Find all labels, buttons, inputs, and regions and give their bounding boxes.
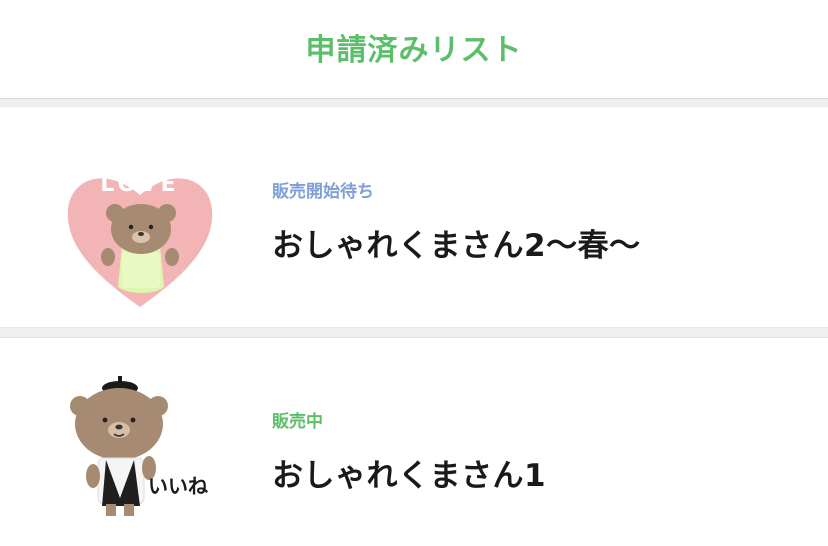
- header: 申請済みリスト: [0, 0, 828, 98]
- sticker-text: LOVE: [100, 172, 179, 197]
- section-divider: [0, 327, 828, 338]
- page-title: 申請済みリスト: [305, 33, 523, 68]
- section-divider: [0, 98, 828, 107]
- sticker-thumbnail: LOVE: [60, 157, 220, 317]
- status-label: 販売開始待ち: [272, 182, 374, 202]
- item-title: おしゃれくまさん1: [272, 458, 547, 494]
- sticker-thumbnail: いいね: [60, 368, 220, 528]
- item-title: おしゃれくまさん2〜春〜: [272, 228, 641, 264]
- list-item-text: 販売中 おしゃれくまさん1: [272, 407, 546, 495]
- list-item[interactable]: LOVE 販売開始待ち おしゃれくまさん2〜春〜: [0, 107, 828, 327]
- list-item[interactable]: いいね 販売中 おしゃれくまさん1: [0, 338, 828, 545]
- bear-beret-iine-sticker-icon: いいね: [70, 376, 208, 516]
- bear-love-heart-sticker-icon: LOVE: [67, 172, 213, 307]
- sticker-text: いいね: [148, 474, 208, 498]
- list-item-text: 販売開始待ち おしゃれくまさん2〜春〜: [272, 177, 641, 265]
- status-label: 販売中: [272, 412, 323, 432]
